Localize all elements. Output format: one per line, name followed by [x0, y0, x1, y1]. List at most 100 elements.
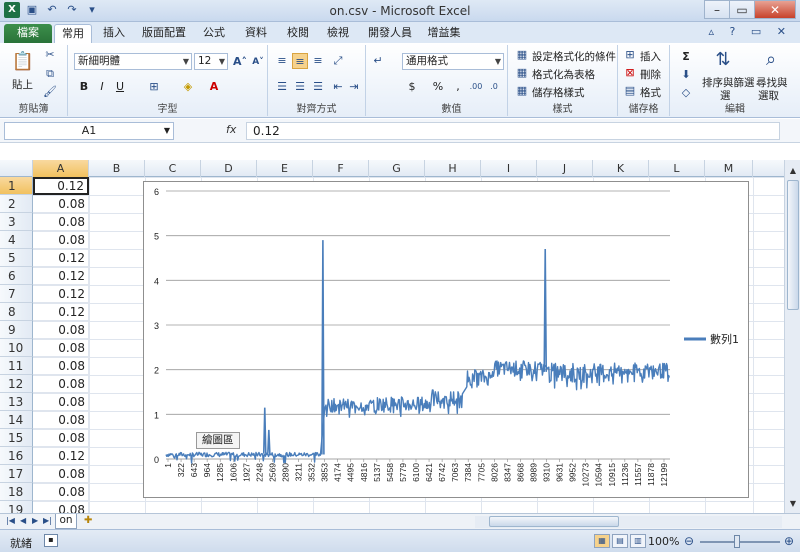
decrease-decimal-icon[interactable]: .0 — [486, 79, 502, 95]
format-as-table-button[interactable]: 格式化為表格 — [532, 67, 595, 82]
underline-icon[interactable]: U — [112, 79, 128, 95]
row-header[interactable]: 3 — [0, 213, 33, 231]
row-header[interactable]: 13 — [0, 393, 33, 411]
first-sheet-icon[interactable]: |◀ — [6, 516, 15, 525]
align-bottom-icon[interactable]: ≡ — [310, 53, 326, 69]
row-header[interactable]: 16 — [0, 447, 33, 465]
percent-icon[interactable]: % — [430, 79, 446, 95]
scroll-up-icon[interactable]: ▲ — [785, 164, 800, 178]
conditional-format-button[interactable]: 設定格式化的條件 — [532, 49, 616, 64]
column-header-d[interactable]: D — [201, 160, 257, 177]
tab-view[interactable]: 檢視 — [322, 24, 354, 43]
close-button[interactable]: ✕ — [754, 0, 796, 19]
tab-addins[interactable]: 增益集 — [422, 24, 466, 43]
line-chart[interactable]: 0 1 2 3 4 5 6 1 322 643 964 1285 1606 1927 2248 2569 289… — [143, 181, 749, 498]
row-header[interactable]: 4 — [0, 231, 33, 249]
formula-input[interactable]: 0.12 — [246, 122, 780, 140]
horizontal-scroll-thumb[interactable] — [489, 516, 619, 527]
cell-a[interactable]: 0.08 — [33, 393, 89, 411]
cell-a[interactable]: 0.08 — [33, 339, 89, 357]
grow-font-icon[interactable]: A˄ — [232, 54, 248, 70]
font-size-select[interactable]: 12 ▼ — [194, 53, 228, 70]
insert-sheet-icon[interactable]: ✚ — [84, 515, 92, 526]
cell-a[interactable]: 0.08 — [33, 411, 89, 429]
page-layout-view-icon[interactable]: ▤ — [612, 534, 628, 548]
comma-icon[interactable]: , — [450, 79, 466, 95]
shrink-font-icon[interactable]: A˅ — [250, 54, 266, 70]
wrap-text-icon[interactable]: ↵ — [370, 53, 386, 69]
number-format-select[interactable]: 通用格式 ▼ — [402, 53, 504, 70]
borders-icon[interactable]: ⊞ — [146, 79, 162, 95]
insert-function-icon[interactable]: fx — [226, 123, 236, 136]
column-header-m[interactable]: M — [705, 160, 753, 177]
next-sheet-icon[interactable]: ▶ — [32, 516, 38, 525]
column-header-h[interactable]: H — [425, 160, 481, 177]
macro-record-icon[interactable]: ▪ — [44, 534, 58, 547]
tab-data[interactable]: 資料 — [240, 24, 272, 43]
zoom-slider-knob[interactable] — [734, 535, 740, 548]
cell-a[interactable]: 0.08 — [33, 231, 89, 249]
currency-icon[interactable]: $ — [404, 79, 420, 95]
font-name-select[interactable]: 新細明體 ▼ — [74, 53, 192, 70]
vertical-scroll-thumb[interactable] — [787, 180, 799, 310]
align-left-icon[interactable]: ☰ — [274, 79, 290, 95]
column-header-i[interactable]: I — [481, 160, 537, 177]
row-header[interactable]: 14 — [0, 411, 33, 429]
row-header[interactable]: 18 — [0, 483, 33, 501]
tab-page-layout[interactable]: 版面配置 — [136, 24, 192, 43]
ribbon-help-icons[interactable]: ▵ ? ▭ ✕ — [709, 25, 792, 38]
paste-button[interactable]: 貼上 — [12, 77, 33, 92]
increase-decimal-icon[interactable]: .00 — [468, 79, 484, 95]
column-header-k[interactable]: K — [593, 160, 649, 177]
row-header[interactable]: 10 — [0, 339, 33, 357]
insert-cells-button[interactable]: 插入 — [640, 49, 661, 64]
cell-a[interactable]: 0.08 — [33, 429, 89, 447]
column-header-j[interactable]: J — [537, 160, 593, 177]
cell-a[interactable]: 0.12 — [33, 249, 89, 267]
vertical-scrollbar[interactable]: ▲ ▼ — [784, 160, 800, 513]
cell-a[interactable]: 0.12 — [33, 285, 89, 303]
cell-a[interactable]: 0.08 — [33, 465, 89, 483]
cell-a[interactable]: 0.08 — [33, 375, 89, 393]
cell-a[interactable]: 0.12 — [33, 267, 89, 285]
row-header[interactable]: 6 — [0, 267, 33, 285]
name-box[interactable]: A1 ▼ — [4, 122, 174, 140]
column-header-b[interactable]: B — [89, 160, 145, 177]
cut-icon[interactable]: ✂ — [42, 47, 58, 63]
sheet-tab-on[interactable]: on — [55, 514, 77, 529]
row-header[interactable]: 12 — [0, 375, 33, 393]
row-header[interactable]: 2 — [0, 195, 33, 213]
cell-a[interactable]: 0.08 — [33, 213, 89, 231]
active-cell-a1[interactable]: 0.12 — [33, 177, 89, 195]
row-header[interactable]: 8 — [0, 303, 33, 321]
row-header[interactable]: 11 — [0, 357, 33, 375]
cell-a[interactable]: 0.08 — [33, 321, 89, 339]
indent-icon[interactable]: ⇤ — [330, 79, 346, 95]
sort-filter-icon[interactable]: ⇅ — [710, 47, 736, 73]
outdent-icon[interactable]: ⇥ — [346, 79, 362, 95]
format-cells-button[interactable]: 格式 — [640, 85, 661, 100]
zoom-slider-track[interactable] — [700, 541, 780, 543]
align-top-icon[interactable]: ≡ — [274, 53, 290, 69]
clear-icon[interactable]: ◇ — [678, 85, 694, 101]
row-header[interactable]: 5 — [0, 249, 33, 267]
autosum-icon[interactable]: Σ — [678, 49, 694, 65]
cell-styles-button[interactable]: 儲存格樣式 — [532, 85, 585, 100]
cell-a[interactable]: 0.08 — [33, 357, 89, 375]
find-select-icon[interactable]: ⌕ — [758, 47, 784, 73]
copy-icon[interactable]: ⧉ — [42, 66, 58, 82]
row-header[interactable]: 9 — [0, 321, 33, 339]
minimize-button[interactable]: – — [704, 0, 730, 19]
column-header-c[interactable]: C — [145, 160, 201, 177]
format-painter-icon[interactable]: 🖌 — [42, 84, 58, 100]
zoom-out-icon[interactable]: ⊖ — [684, 534, 694, 548]
row-header[interactable]: 17 — [0, 465, 33, 483]
bold-icon[interactable]: B — [76, 79, 92, 95]
prev-sheet-icon[interactable]: ◀ — [20, 516, 26, 525]
row-header[interactable]: 15 — [0, 429, 33, 447]
align-right-icon[interactable]: ☰ — [310, 79, 326, 95]
delete-cells-button[interactable]: 刪除 — [640, 67, 661, 82]
select-all-corner[interactable] — [0, 160, 33, 177]
tab-insert[interactable]: 插入 — [98, 24, 130, 43]
tab-file[interactable]: 檔案 — [4, 24, 52, 43]
